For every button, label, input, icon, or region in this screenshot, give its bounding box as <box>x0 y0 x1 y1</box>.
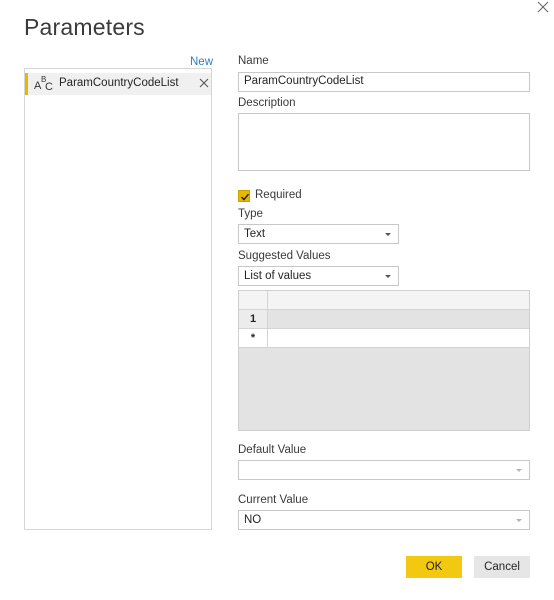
name-label: Name <box>238 55 269 67</box>
required-label: Required <box>255 189 302 201</box>
chevron-down-icon <box>385 275 391 278</box>
description-label: Description <box>238 97 296 109</box>
type-select-value: Text <box>244 228 266 240</box>
grid-cell[interactable] <box>268 329 529 348</box>
type-label: Type <box>238 208 263 220</box>
current-value-select[interactable]: NO <box>238 510 530 530</box>
chevron-down-icon <box>516 469 522 472</box>
suggested-values-label: Suggested Values <box>238 250 331 262</box>
table-row[interactable]: * <box>239 329 529 348</box>
default-value-label: Default Value <box>238 444 307 456</box>
grid-corner <box>239 291 268 310</box>
chevron-down-icon <box>516 519 522 522</box>
suggested-values-select[interactable]: List of values <box>238 266 399 286</box>
type-select[interactable]: Text <box>238 224 399 244</box>
abc-text-type-icon: ABC <box>34 75 53 93</box>
ok-button[interactable]: OK <box>406 556 462 578</box>
table-row[interactable]: 1 <box>239 310 529 329</box>
row-header: * <box>239 329 268 348</box>
default-value-select[interactable] <box>238 460 530 480</box>
current-value-select-value: NO <box>244 514 262 526</box>
parameter-list-item-label: ParamCountryCodeList <box>59 77 179 89</box>
remove-parameter-icon[interactable] <box>199 77 209 88</box>
grid-column-header <box>268 291 529 310</box>
required-checkbox[interactable] <box>238 190 250 202</box>
grid-cell[interactable] <box>268 310 529 329</box>
current-value-label: Current Value <box>238 494 309 506</box>
chevron-down-icon <box>385 233 391 236</box>
new-parameter-link[interactable]: New <box>190 56 213 68</box>
dialog-title: Parameters <box>24 14 145 40</box>
parameter-list-item[interactable]: ABC ParamCountryCodeList <box>25 73 211 95</box>
close-icon[interactable] <box>536 0 550 14</box>
suggested-values-select-value: List of values <box>244 270 312 282</box>
description-field[interactable] <box>238 113 530 171</box>
parameter-list: ABC ParamCountryCodeList <box>24 68 212 530</box>
grid-header-row <box>239 291 529 310</box>
row-header: 1 <box>239 310 268 329</box>
name-field[interactable]: ParamCountryCodeList <box>238 72 530 92</box>
values-grid: 1 * <box>238 290 530 431</box>
cancel-button[interactable]: Cancel <box>474 556 530 578</box>
